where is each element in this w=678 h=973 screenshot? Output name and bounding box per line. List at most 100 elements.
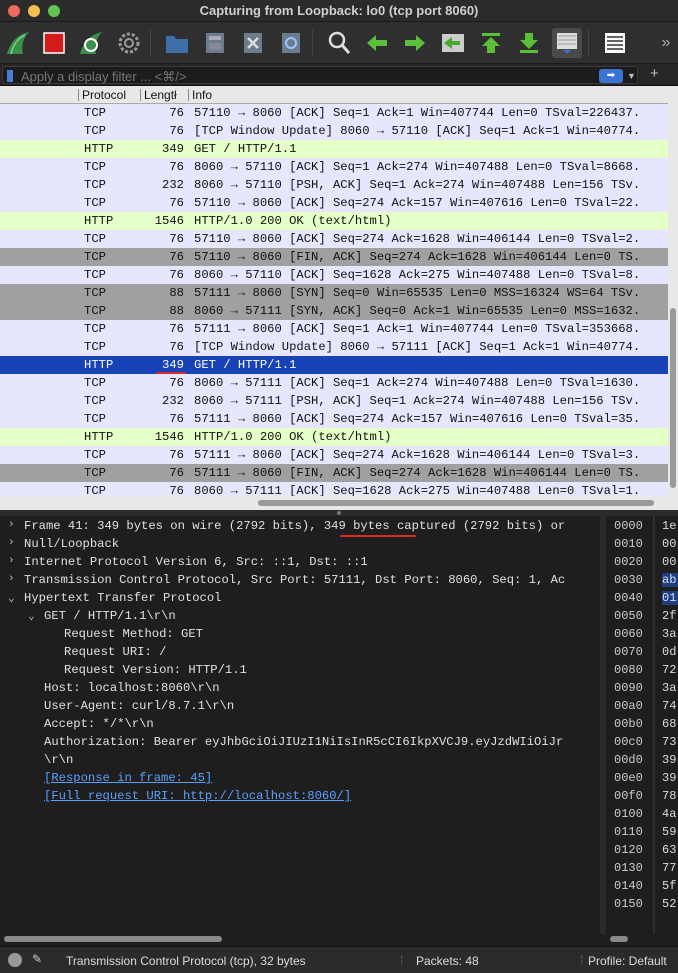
hex-byte[interactable]: 2f (662, 609, 678, 623)
more-chevron-icon[interactable]: » (656, 28, 676, 58)
scrollbar-thumb[interactable] (258, 500, 654, 506)
detail-tree-item[interactable]: › Transmission Control Protocol, Src Port… (0, 573, 600, 591)
detail-tree-item[interactable]: [Full request URI: http://localhost:8060… (0, 789, 600, 807)
bytes-horizontal-scrollbar[interactable] (606, 934, 678, 944)
packet-row[interactable]: TCP 76 [TCP Window Update] 8060 → 57110 [A… (0, 122, 668, 140)
packet-row[interactable]: TCP 76 57111 → 8060 [ACK] Seq=1 Ack=1 Win=… (0, 320, 668, 338)
hex-byte[interactable]: ab (662, 573, 678, 587)
hex-byte[interactable]: 39 (662, 771, 678, 785)
restart-capture-icon[interactable] (76, 28, 106, 58)
column-header-info[interactable]: Info (192, 88, 212, 102)
hex-byte[interactable]: 77 (662, 861, 678, 875)
filter-bookmark-icon[interactable] (7, 70, 13, 82)
detail-tree-item[interactable]: Request Version: HTTP/1.1 (0, 663, 600, 681)
chevron-down-icon[interactable]: ⌄ (28, 609, 35, 623)
plus-icon[interactable]: + (650, 65, 659, 82)
packet-row[interactable]: HTTP 349 GET / HTTP/1.1 (0, 140, 668, 158)
close-file-icon[interactable] (238, 28, 268, 58)
detail-tree-item[interactable]: ⌄ Hypertext Transfer Protocol (0, 591, 600, 609)
detail-link[interactable]: [Full request URI: http://localhost:8060… (44, 789, 351, 803)
detail-tree-item[interactable]: Request Method: GET (0, 627, 600, 645)
capture-comment-icon[interactable]: ✎ (32, 952, 42, 966)
packet-row[interactable]: TCP 88 57111 → 8060 [SYN] Seq=0 Win=65535 … (0, 284, 668, 302)
detail-tree-item[interactable]: [Response in frame: 45] (0, 771, 600, 789)
hex-byte[interactable]: 73 (662, 735, 678, 749)
hex-byte[interactable]: 52 (662, 897, 678, 911)
go-to-packet-icon[interactable] (438, 28, 468, 58)
shark-fin-start-icon[interactable] (3, 28, 33, 58)
packet-row[interactable]: TCP 232 8060 → 57110 [PSH, ACK] Seq=1 Ack=… (0, 176, 668, 194)
go-last-icon[interactable] (514, 28, 544, 58)
detail-tree-item[interactable]: ⌄ GET / HTTP/1.1\r\n (0, 609, 600, 627)
hex-byte[interactable]: 01 (662, 591, 678, 605)
colorize-icon[interactable] (600, 28, 630, 58)
detail-tree-item[interactable]: Request URI: / (0, 645, 600, 663)
column-header-length[interactable]: Lengtł (144, 88, 177, 102)
chevron-right-icon[interactable]: › (8, 519, 15, 531)
save-file-icon[interactable] (200, 28, 230, 58)
column-header-protocol[interactable]: Protocol (82, 88, 126, 102)
hex-byte[interactable]: 72 (662, 663, 678, 677)
arrow-right-icon[interactable]: ➡ (599, 69, 623, 83)
scrollbar-thumb[interactable] (670, 308, 676, 488)
find-packet-icon[interactable] (324, 28, 354, 58)
packet-row[interactable]: TCP 76 57110 → 8060 [FIN, ACK] Seq=274 Ack… (0, 248, 668, 266)
scrollbar-thumb[interactable] (4, 936, 222, 942)
packet-row[interactable]: TCP 232 8060 → 57111 [PSH, ACK] Seq=1 Ack=… (0, 392, 668, 410)
expert-info-icon[interactable] (8, 953, 22, 967)
packet-row-selected[interactable]: HTTP 349 GET / HTTP/1.1 (0, 356, 668, 374)
packet-row[interactable]: HTTP 1546 HTTP/1.0 200 OK (text/html) (0, 212, 668, 230)
go-back-icon[interactable] (362, 28, 392, 58)
hex-byte[interactable]: 5f (662, 879, 678, 893)
detail-tree-item[interactable]: › Internet Protocol Version 6, Src: ::1, … (0, 555, 600, 573)
detail-tree-item[interactable]: › Null/Loopback (0, 537, 600, 555)
detail-link[interactable]: [Response in frame: 45] (44, 771, 212, 785)
packet-list[interactable]: Protocol Lengtł Info TCP 76 57110 → 8060 [… (0, 86, 668, 496)
chevron-down-icon[interactable]: ⌄ (8, 591, 15, 605)
hex-byte[interactable]: 00 (662, 555, 678, 569)
packet-row[interactable]: TCP 76 8060 → 57111 [ACK] Seq=1628 Ack=275… (0, 482, 668, 496)
go-forward-icon[interactable] (400, 28, 430, 58)
hex-byte[interactable]: 68 (662, 717, 678, 731)
packet-row[interactable]: TCP 76 57110 → 8060 [ACK] Seq=274 Ack=157 … (0, 194, 668, 212)
packet-row[interactable]: TCP 76 8060 → 57111 [ACK] Seq=1 Ack=274 Wi… (0, 374, 668, 392)
detail-tree-item[interactable]: Authorization: Bearer eyJhbGciOiJIUzI1Ni… (0, 735, 600, 753)
detail-tree-item[interactable]: User-Agent: curl/8.7.1\r\n (0, 699, 600, 717)
hex-byte[interactable]: 1e (662, 519, 678, 533)
autoscroll-icon[interactable] (552, 28, 582, 58)
packet-row[interactable]: TCP 76 57110 → 8060 [ACK] Seq=1 Ack=1 Win=… (0, 104, 668, 122)
chevron-right-icon[interactable]: › (8, 537, 15, 549)
hex-byte[interactable]: 3a (662, 681, 678, 695)
chevron-right-icon[interactable]: › (8, 573, 15, 585)
packet-bytes-pane[interactable]: 0000 1e 0010 00 0020 00 0030 ab 0040 01 0050 2f 0060… (600, 516, 678, 934)
detail-tree-item[interactable]: Host: localhost:8060\r\n (0, 681, 600, 699)
packet-list-horizontal-scrollbar[interactable] (0, 496, 678, 510)
packet-row[interactable]: TCP 76 57111 → 8060 [FIN, ACK] Seq=274 Ack… (0, 464, 668, 482)
packet-row[interactable]: TCP 76 57110 → 8060 [ACK] Seq=274 Ack=1628… (0, 230, 668, 248)
detail-tree-item[interactable]: › Frame 41: 349 bytes on wire (2792 bits)… (0, 519, 600, 537)
hex-byte[interactable]: 59 (662, 825, 678, 839)
open-file-icon[interactable] (162, 28, 192, 58)
detail-tree-item[interactable]: Accept: */*\r\n (0, 717, 600, 735)
chevron-right-icon[interactable]: › (8, 555, 15, 567)
go-first-icon[interactable] (476, 28, 506, 58)
capture-options-gear-icon[interactable] (114, 28, 144, 58)
hex-byte[interactable]: 0d (662, 645, 678, 659)
display-filter-input[interactable]: Apply a display filter ... <⌘/> ➡ ▼ (2, 66, 638, 84)
packet-row[interactable]: HTTP 1546 HTTP/1.0 200 OK (text/html) (0, 428, 668, 446)
hex-byte[interactable]: 74 (662, 699, 678, 713)
packet-row[interactable]: TCP 76 8060 → 57110 [ACK] Seq=1 Ack=274 Wi… (0, 158, 668, 176)
packet-list-vertical-scrollbar[interactable] (668, 86, 678, 496)
hex-byte[interactable]: 39 (662, 753, 678, 767)
stop-capture-icon[interactable] (39, 28, 69, 58)
detail-tree-item[interactable]: \r\n (0, 753, 600, 771)
scrollbar-thumb[interactable] (610, 936, 628, 942)
packet-details-pane[interactable]: › Frame 41: 349 bytes on wire (2792 bits)… (0, 516, 600, 934)
hex-byte[interactable]: 3a (662, 627, 678, 641)
splitter-handle-icon[interactable] (337, 511, 341, 515)
packet-row[interactable]: TCP 76 57111 → 8060 [ACK] Seq=274 Ack=157 … (0, 410, 668, 428)
reload-file-icon[interactable] (276, 28, 306, 58)
hex-byte[interactable]: 4a (662, 807, 678, 821)
hex-byte[interactable]: 00 (662, 537, 678, 551)
details-horizontal-scrollbar[interactable] (0, 934, 600, 944)
